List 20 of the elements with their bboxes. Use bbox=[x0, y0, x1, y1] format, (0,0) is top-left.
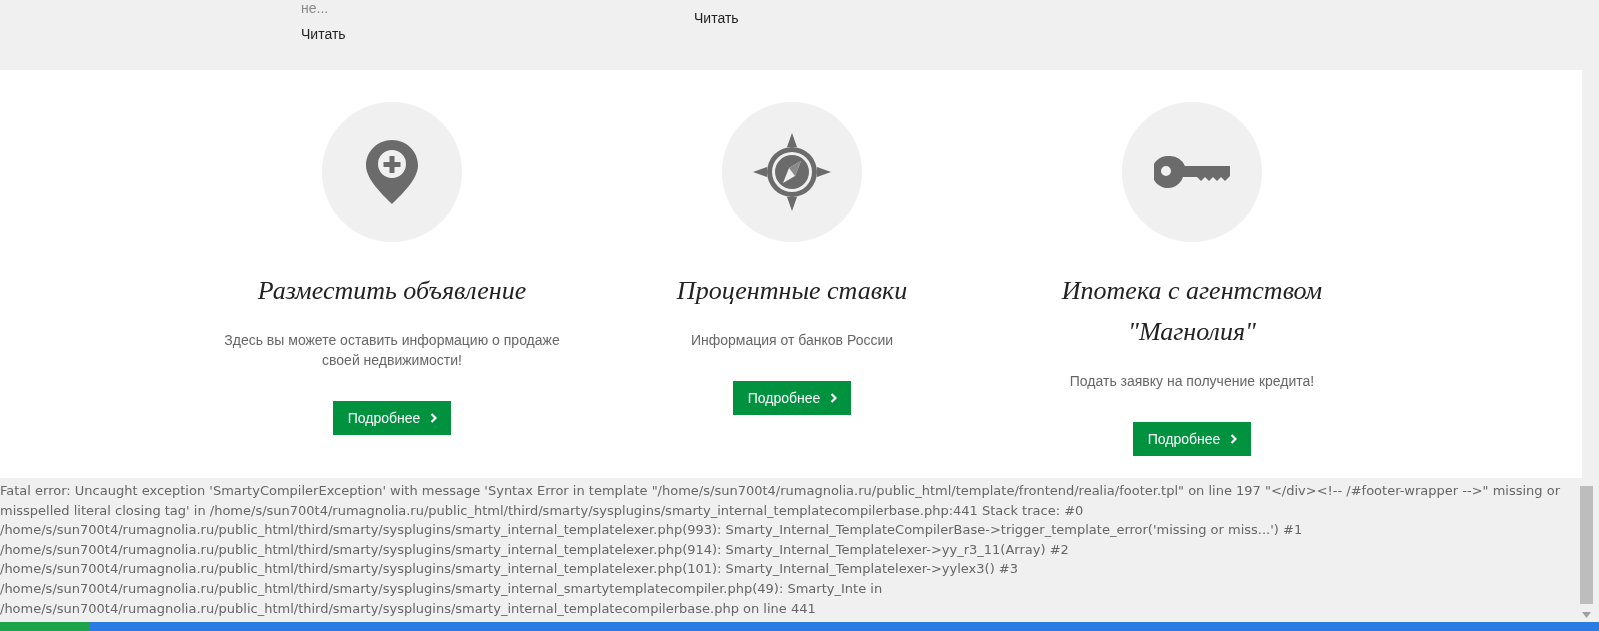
feature-description: Здесь вы можете оставить информацию о продаже своей недвижимости! bbox=[223, 331, 561, 370]
chevron-right-icon bbox=[430, 413, 438, 423]
feature-description: Подать заявку на получение кредита! bbox=[1069, 372, 1315, 391]
scroll-down-arrow-icon[interactable] bbox=[1582, 612, 1591, 618]
feature-description: Информация от банков России bbox=[690, 331, 894, 350]
map-pin-plus-icon bbox=[366, 140, 418, 204]
key-icon bbox=[1154, 156, 1230, 188]
feature-title: Ипотека с агентством "Магнолия" bbox=[1060, 275, 1324, 348]
read-link[interactable]: Читать bbox=[694, 8, 1087, 28]
details-button[interactable]: Подробнее bbox=[1132, 422, 1252, 456]
compass-icon bbox=[753, 133, 831, 211]
article-excerpt: не... bbox=[301, 0, 330, 18]
error-message: Fatal error: Uncaught exception 'SmartyCompilerException' with message 'Syntax Error in template "/home/s/sun700t4/rumagnolia.ru/public_html/template/frontend/realia/footer.tpl" on line 197 "</div><!-- /#footer-wrapper -->" missing or misspelled literal closing tag' in /home/s/sun700t4/rumagnolia.ru/public_html/third/smarty/sysplugins/smarty_internal_templatecompilerbase.php:441 Stack trace: #0 /home/s/sun700t4/rumagnolia.ru/public_html/third/smarty/sysplugins/smarty_internal_templatelexer.php(993): Smarty_Internal_TemplateCompilerBase->trigger_template_error('missing or miss...') #1 /home/s/sun700t4/rumagnolia.ru/public_html/third/smarty/sysplugins/smarty_internal_templatelexer.php(914): Smarty_Internal_Templatelexer->yy_r3_11(Array) #2 /home/s/sun700t4/rumagnolia.ru/public_html/third/smarty/sysplugins/smarty_internal_templatelexer.php(101): Smarty_Internal_Templatelexer->yylex3() #3 /home/s/sun700t4/rumagnolia.ru/public_html/third/smarty/sysplugins/smarty_internal_smartytemplatecompiler.php(49): Smarty_Inte in /home/s/sun700t4/rumagnolia.ru/public_html/third/smarty/sysplugins/smarty_internal_templatecompilerbase.php on line 441 bbox=[0, 482, 1562, 618]
read-link[interactable]: Читать bbox=[301, 24, 694, 44]
details-button[interactable]: Подробнее bbox=[332, 401, 452, 435]
feature-title: Процентные ставки bbox=[676, 275, 908, 307]
feature-title: Разместить объявление bbox=[257, 275, 527, 307]
chevron-right-icon bbox=[1230, 434, 1238, 444]
details-button[interactable]: Подробнее bbox=[732, 381, 852, 415]
chevron-right-icon bbox=[830, 393, 838, 403]
